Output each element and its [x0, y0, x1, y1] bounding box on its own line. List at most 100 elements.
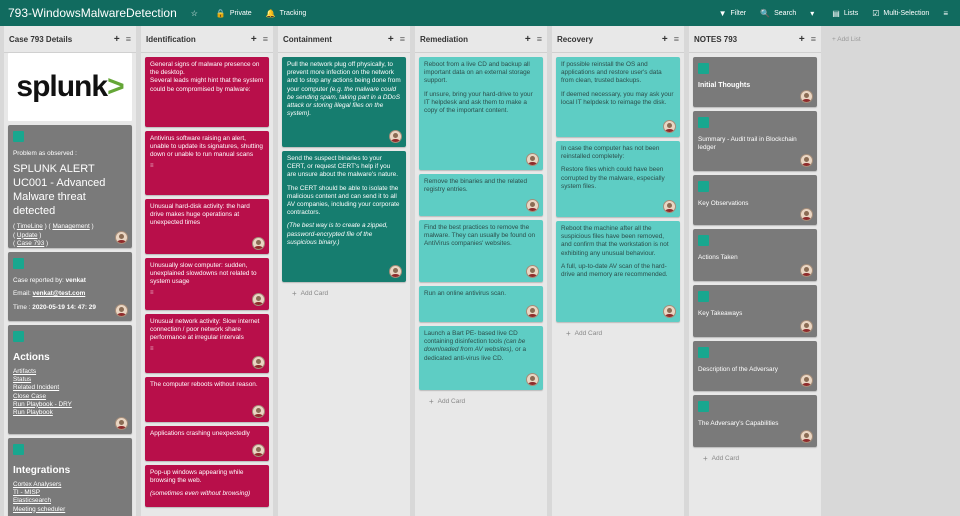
- card-identification-1[interactable]: General signs of malware presence on the…: [145, 57, 269, 127]
- add-card-plus-button[interactable]: +: [388, 34, 394, 45]
- integration-link-misp[interactable]: TI - MISP: [13, 489, 127, 497]
- note-card-actions-taken[interactable]: Actions Taken: [693, 229, 817, 281]
- integrations-card[interactable]: Integrations Cortex Analysers TI - MISP …: [8, 438, 132, 516]
- search-button[interactable]: 🔍 Search: [760, 9, 796, 18]
- member-avatar[interactable]: [526, 305, 539, 318]
- management-link[interactable]: Management: [52, 223, 89, 230]
- member-avatar[interactable]: [252, 444, 265, 457]
- action-link-run-playbook-dry[interactable]: Run Playbook - DRY: [13, 401, 127, 409]
- private-toggle[interactable]: 🔒 Private: [216, 9, 252, 18]
- case-problem-card[interactable]: Problem as observed : SPLUNK ALERT UC001…: [8, 125, 132, 248]
- multiselect-button[interactable]: ☑ Multi-Selection: [872, 9, 929, 18]
- update-link[interactable]: Update: [17, 232, 38, 239]
- hamburger-menu[interactable]: ≡: [943, 9, 952, 18]
- filter-button[interactable]: ▼ Filter: [719, 9, 746, 18]
- member-avatar[interactable]: [800, 264, 813, 277]
- timeline-link[interactable]: TimeLine: [17, 223, 43, 230]
- add-card-button[interactable]: + Add Card: [282, 282, 406, 305]
- list-title[interactable]: Recovery: [557, 35, 657, 44]
- member-avatar[interactable]: [252, 237, 265, 250]
- add-card-plus-button[interactable]: +: [251, 34, 257, 45]
- integration-link-elasticsearch[interactable]: Elasticsearch: [13, 497, 127, 505]
- list-title[interactable]: Identification: [146, 35, 246, 44]
- member-avatar[interactable]: [526, 265, 539, 278]
- member-avatar[interactable]: [389, 265, 402, 278]
- list-menu-icon[interactable]: ≡: [811, 34, 816, 44]
- note-card-summary[interactable]: Summary - Audit trail in Blockchain ledg…: [693, 111, 817, 171]
- integration-link-cortex[interactable]: Cortex Analysers: [13, 481, 127, 489]
- action-link-status[interactable]: Status: [13, 376, 127, 384]
- member-avatar[interactable]: [663, 120, 676, 133]
- card-identification-7[interactable]: Applications crashing unexpectedly: [145, 426, 269, 461]
- member-avatar[interactable]: [800, 154, 813, 167]
- note-card-adversary-description[interactable]: Description of the Adversary: [693, 341, 817, 391]
- add-card-button[interactable]: + Add Card: [419, 390, 543, 413]
- list-menu-icon[interactable]: ≡: [126, 34, 131, 44]
- integration-link-meeting[interactable]: Meeting scheduler: [13, 506, 127, 514]
- action-link-run-playbook[interactable]: Run Playbook: [13, 409, 127, 417]
- note-card-initial-thoughts[interactable]: Initial Thoughts: [693, 57, 817, 107]
- add-list-button[interactable]: + Add List: [826, 26, 867, 516]
- member-avatar[interactable]: [663, 305, 676, 318]
- card-identification-6[interactable]: The computer reboots without reason.: [145, 377, 269, 422]
- card-remediation-1[interactable]: Reboot from a live CD and backup all imp…: [419, 57, 543, 170]
- note-card-key-takeaways[interactable]: Key Takeaways: [693, 285, 817, 337]
- card-remediation-3[interactable]: Find the best practices to remove the ma…: [419, 220, 543, 282]
- card-identification-3[interactable]: Unusual hard-disk activity: the hard dri…: [145, 199, 269, 254]
- member-avatar[interactable]: [526, 373, 539, 386]
- member-avatar[interactable]: [115, 304, 128, 317]
- email-link[interactable]: venkat@test.com: [33, 290, 86, 297]
- member-avatar[interactable]: [115, 231, 128, 244]
- member-avatar[interactable]: [252, 293, 265, 306]
- card-remediation-4[interactable]: Run an online antivirus scan.: [419, 286, 543, 322]
- actions-card[interactable]: Actions Artifacts Status Related Inciden…: [8, 325, 132, 434]
- card-remediation-2[interactable]: Remove the binaries and the related regi…: [419, 174, 543, 216]
- add-card-button[interactable]: + Add Card: [556, 322, 680, 345]
- card-recovery-3[interactable]: Reboot the machine after all the suspici…: [556, 221, 680, 322]
- member-avatar[interactable]: [663, 200, 676, 213]
- star-button[interactable]: ☆: [191, 9, 202, 18]
- list-title[interactable]: Remediation: [420, 35, 520, 44]
- case-reporter-card[interactable]: Case reported by: venkat Email: venkat@t…: [8, 252, 132, 321]
- list-menu-icon[interactable]: ≡: [263, 34, 268, 44]
- card-identification-4[interactable]: Unusually slow computer: sudden, unexpla…: [145, 258, 269, 310]
- note-card-key-observations[interactable]: Key Observations: [693, 175, 817, 225]
- member-avatar[interactable]: [252, 356, 265, 369]
- card-identification-8[interactable]: Pop-up windows appearing while browsing …: [145, 465, 269, 507]
- add-card-plus-button[interactable]: +: [662, 34, 668, 45]
- add-card-plus-button[interactable]: +: [525, 34, 531, 45]
- member-avatar[interactable]: [389, 130, 402, 143]
- member-avatar[interactable]: [526, 199, 539, 212]
- member-avatar[interactable]: [800, 208, 813, 221]
- tracking-toggle[interactable]: 🔔 Tracking: [266, 9, 307, 18]
- member-avatar[interactable]: [526, 153, 539, 166]
- member-avatar[interactable]: [115, 417, 128, 430]
- member-avatar[interactable]: [252, 405, 265, 418]
- list-title[interactable]: NOTES 793: [694, 35, 794, 44]
- action-link-artifacts[interactable]: Artifacts: [13, 368, 127, 376]
- member-avatar[interactable]: [800, 374, 813, 387]
- card-containment-2[interactable]: Send the suspect binaries to your CERT, …: [282, 151, 406, 282]
- action-link-related-incident[interactable]: Related Incident: [13, 384, 127, 392]
- card-remediation-5[interactable]: Launch a Bart PE- based live CD containi…: [419, 326, 543, 390]
- add-card-plus-button[interactable]: +: [799, 34, 805, 45]
- list-menu-icon[interactable]: ≡: [537, 34, 542, 44]
- card-recovery-1[interactable]: If possible reinstall the OS and applica…: [556, 57, 680, 137]
- note-card-adversary-capabilities[interactable]: The Adversary's Capabilities: [693, 395, 817, 447]
- member-avatar[interactable]: [800, 90, 813, 103]
- board-title[interactable]: 793-WindowsMalwareDetection: [8, 6, 177, 20]
- lists-view-button[interactable]: ▤ Lists: [832, 9, 858, 18]
- add-card-button[interactable]: + Add Card: [693, 447, 817, 470]
- add-card-plus-button[interactable]: +: [114, 34, 120, 45]
- card-recovery-2[interactable]: In case the computer has not been reinst…: [556, 141, 680, 217]
- action-link-close-case[interactable]: Close Case: [13, 393, 127, 401]
- list-menu-icon[interactable]: ≡: [674, 34, 679, 44]
- case-link[interactable]: Case 793: [17, 240, 44, 247]
- card-identification-5[interactable]: Unusual network activity: Slow internet …: [145, 314, 269, 373]
- list-title[interactable]: Case 793 Details: [9, 35, 109, 44]
- list-title[interactable]: Containment: [283, 35, 383, 44]
- card-containment-1[interactable]: Pull the network plug off physically, to…: [282, 57, 406, 147]
- view-dropdown[interactable]: ▾: [810, 9, 818, 18]
- member-avatar[interactable]: [800, 430, 813, 443]
- card-identification-2[interactable]: Antivirus software raising an alert, una…: [145, 131, 269, 195]
